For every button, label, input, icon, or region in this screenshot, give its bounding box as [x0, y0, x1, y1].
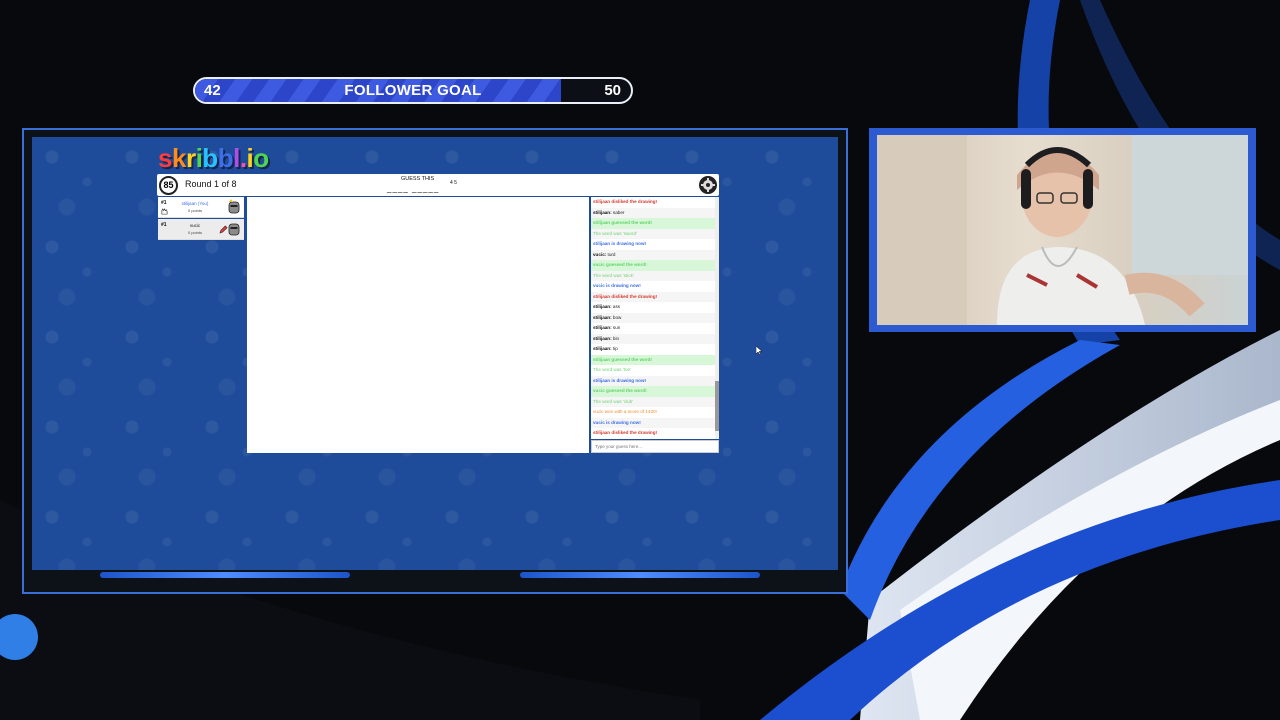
chat-message: stilijaan: ass	[591, 302, 719, 313]
chat-text: bow	[611, 314, 622, 320]
logo-letter: .	[239, 143, 247, 173]
guess-label: GUESS THIS	[401, 176, 435, 182]
logo-letter: i	[195, 143, 203, 173]
logo-letter: i	[246, 143, 254, 173]
chat-author: stilijaan:	[593, 346, 612, 351]
chat-author: vucic:	[593, 251, 607, 257]
timer-value: 85	[163, 180, 174, 190]
chat-message: vucic guessed the word!	[591, 386, 719, 397]
chat-message: stilijaan: tip	[591, 344, 719, 355]
knight-avatar-icon	[228, 199, 240, 214]
logo-letter: k	[171, 143, 186, 173]
chat-author: stilijaan:	[593, 304, 612, 309]
frame-accent	[520, 572, 760, 578]
chat-text: turd	[606, 251, 616, 257]
chat-author: stilijaan:	[593, 335, 612, 341]
logo-letter: r	[185, 143, 196, 173]
chat-author: stilijaan:	[593, 209, 612, 215]
mouse-cursor-icon	[756, 346, 762, 355]
chat-message: stilijaan disliked the drawing!	[591, 428, 719, 439]
pencil-icon	[219, 225, 228, 234]
knight-avatar-icon	[228, 223, 240, 236]
skribbl-logo: skribbl.io	[158, 143, 269, 174]
chat-message: The word was 'sword'	[591, 228, 719, 239]
chat-text: sun	[611, 325, 621, 330]
chat-message: vucic guessed the word!	[591, 260, 719, 271]
chat-message: stilijaan: saber	[591, 207, 719, 218]
follower-goal-bar: 42 FOLLOWER GOAL 50	[193, 77, 633, 104]
logo-letter: b	[202, 143, 218, 173]
settings-button[interactable]	[699, 176, 717, 194]
chat-message: stilijaan disliked the drawing!	[591, 197, 719, 208]
round-indicator: Round 1 of 8	[185, 179, 237, 189]
chat-message: stilijaan guessed the word!	[591, 354, 719, 365]
chat-message: vucic: turd	[591, 249, 719, 260]
logo-letter: o	[253, 143, 269, 173]
chat-message: stilijaan: bow	[591, 312, 719, 323]
chat-message: vucic is drawing now!	[591, 417, 719, 428]
follower-goal-title: FOLLOWER GOAL	[344, 82, 482, 99]
chat-message: stilijaan is drawing now!	[591, 239, 719, 250]
chat-message: The word was 'stick'	[591, 270, 719, 281]
chat-text: ass	[611, 304, 621, 309]
frame-accent	[100, 572, 350, 578]
chat-message: vucic is drawing now!	[591, 281, 719, 292]
chat-message: stilijaan guessed the word!	[591, 218, 719, 229]
follower-goal-target: 50	[604, 82, 621, 99]
logo-letter: s	[158, 143, 172, 173]
chat-text: saber	[611, 209, 625, 215]
chat-text: bin	[611, 335, 620, 341]
player-name: stilijaan (You)	[181, 201, 209, 206]
chat-messages: stilijaan disliked the drawing! stilijaan…	[591, 197, 719, 439]
chat-scrollbar[interactable]	[715, 197, 719, 439]
player-points: 0 points	[187, 208, 202, 213]
word-lengths: 4 5	[450, 180, 457, 186]
player-list: #1 stilijaan (You) 0 points #1 vucic 0 points	[158, 197, 244, 241]
chat-message: The word was 'toe'	[591, 365, 719, 376]
chat-message: stilijaan: bin	[591, 333, 719, 344]
chat-text: tip	[611, 346, 618, 351]
chat-author: stilijaan:	[593, 325, 612, 330]
chat-panel: stilijaan disliked the drawing! stilijaan…	[591, 197, 719, 439]
player-row[interactable]: #1 vucic 0 points	[158, 219, 244, 240]
player-row[interactable]: #1 stilijaan (You) 0 points	[158, 197, 244, 218]
streamer-image	[877, 135, 1248, 325]
owner-hand-icon	[161, 208, 168, 215]
chat-message: vucic won with a score of 1420!	[591, 407, 719, 418]
chat-message: stilijaan: sun	[591, 323, 719, 334]
drawing-canvas[interactable]	[247, 197, 589, 453]
guess-input[interactable]	[591, 440, 719, 453]
chat-message: stilijaan disliked the drawing!	[591, 291, 719, 302]
gear-icon	[700, 177, 716, 193]
chat-message: stilijaan is drawing now!	[591, 375, 719, 386]
chat-message: The word was 'club'	[591, 396, 719, 407]
chat-scrollbar-thumb[interactable]	[715, 381, 719, 431]
chat-author: stilijaan:	[593, 314, 612, 320]
webcam-feed	[877, 135, 1248, 325]
timer-clock-icon: 85	[159, 176, 178, 195]
word-hint: ____ _____	[387, 184, 440, 193]
logo-letter: b	[217, 143, 234, 173]
logo-letter: l	[233, 143, 240, 173]
game-top-bar: 85 Round 1 of 8 GUESS THIS ____ _____ 4 …	[157, 174, 719, 196]
